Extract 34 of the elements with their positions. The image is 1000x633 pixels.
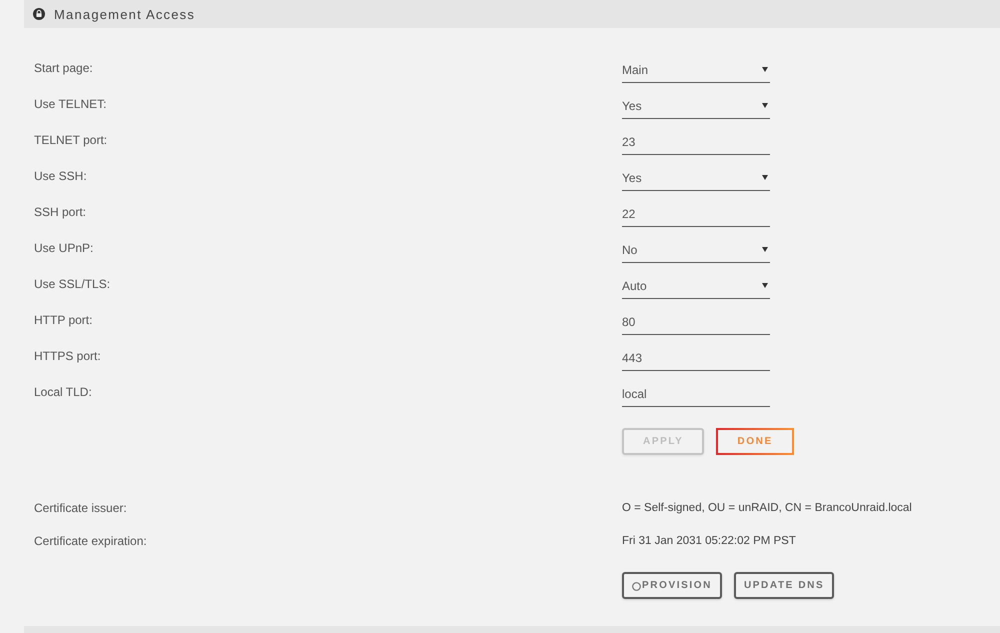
- lock-icon: [33, 8, 45, 20]
- input-field[interactable]: 22: [622, 201, 770, 227]
- caret-icon: [762, 247, 768, 252]
- setting-label: Use SSL/TLS:: [34, 277, 110, 291]
- ring-icon: [632, 582, 641, 591]
- setting-label: Use SSH:: [34, 169, 87, 183]
- certificate-value: O = Self-signed, OU = unRAID, CN = BrancoUnraid.local: [622, 502, 912, 514]
- dropdown-field[interactable]: Yes: [622, 93, 770, 119]
- caret-icon: [762, 175, 768, 180]
- caret-icon: [762, 103, 768, 108]
- setting-label: Local TLD:: [34, 385, 92, 399]
- caret-icon: [762, 283, 768, 288]
- setting-label: TELNET port:: [34, 133, 108, 147]
- input-field[interactable]: 23: [622, 129, 770, 155]
- setting-label: Start page:: [34, 61, 93, 75]
- input-field[interactable]: 80: [622, 309, 770, 335]
- input-field[interactable]: 443: [622, 345, 770, 371]
- dropdown-field[interactable]: Auto: [622, 273, 770, 299]
- setting-label: Use TELNET:: [34, 97, 106, 111]
- setting-label: HTTP port:: [34, 313, 92, 327]
- setting-label: HTTPS port:: [34, 349, 101, 363]
- setting-label: SSH port:: [34, 205, 86, 219]
- dropdown-field[interactable]: Main: [622, 57, 770, 83]
- setting-label: Use UPnP:: [34, 241, 94, 255]
- input-field[interactable]: local: [622, 381, 770, 407]
- caret-icon: [762, 67, 768, 72]
- dropdown-field[interactable]: No: [622, 237, 770, 263]
- section-title: Management Access: [54, 6, 196, 22]
- certificate-button[interactable]: PROVISION: [622, 572, 722, 599]
- certificate-value: Fri 31 Jan 2031 05:22:02 PM PST: [622, 534, 796, 546]
- certificate-button[interactable]: UPDATE DNS: [734, 572, 834, 599]
- certificate-label: Certificate expiration:: [34, 534, 147, 548]
- certificate-label: Certificate issuer:: [34, 500, 127, 514]
- dropdown-field[interactable]: Yes: [622, 165, 770, 191]
